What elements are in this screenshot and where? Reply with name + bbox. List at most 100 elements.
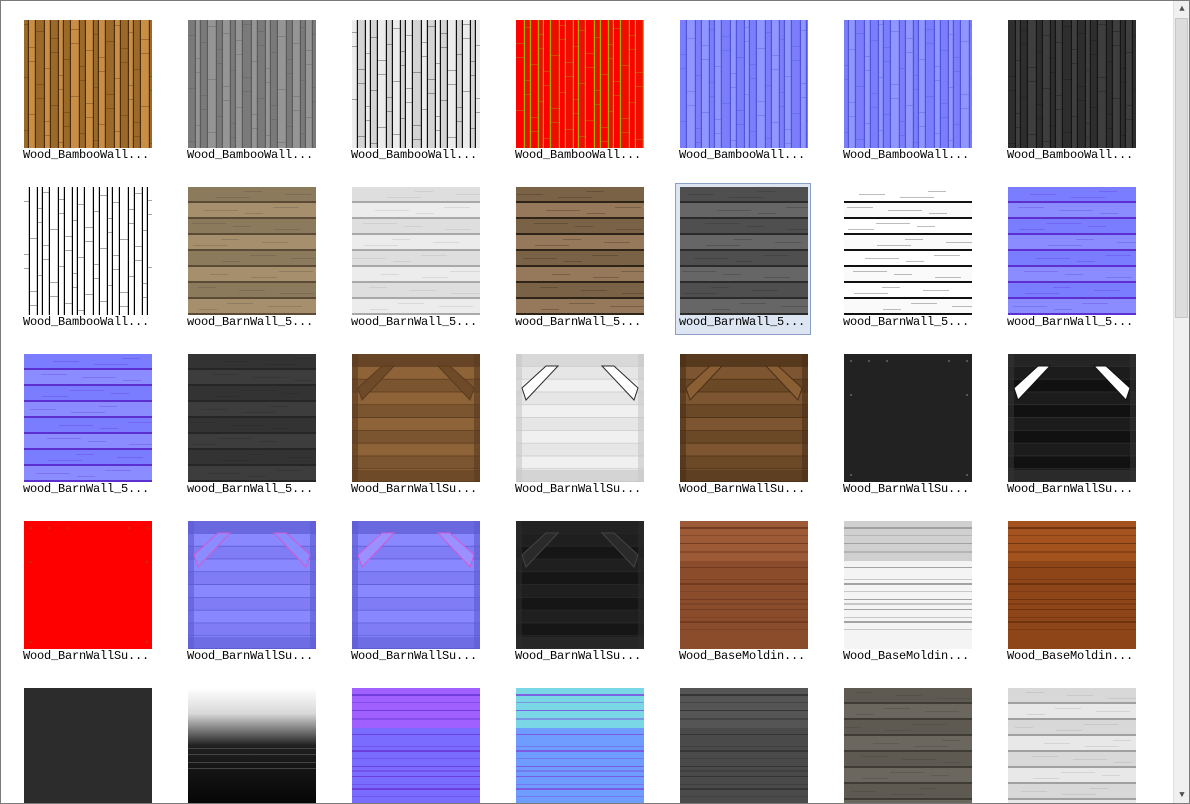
- thumbnail-label: wood_BarnWall_5...: [679, 315, 806, 329]
- texture-preview-image: [1008, 20, 1136, 148]
- texture-preview-image: [352, 354, 480, 482]
- thumbnail-label: Wood_BambooWall...: [23, 148, 150, 162]
- thumbnail-label: Wood_BambooWall...: [187, 148, 314, 162]
- texture-thumbnail[interactable]: Wood_BarnWallSu...: [839, 350, 975, 502]
- thumbnail-label: Wood_BaseMoldin...: [679, 649, 806, 663]
- texture-thumbnail[interactable]: Wood_BambooWall...: [511, 16, 647, 168]
- thumbnail-label: Wood_BarnWallSu...: [843, 482, 970, 496]
- texture-preview-image: [352, 187, 480, 315]
- texture-preview-image: [24, 20, 152, 148]
- texture-thumbnail[interactable]: wood_BarnWall_5...: [183, 183, 319, 335]
- texture-thumbnail[interactable]: Wood_BambooWall...: [347, 16, 483, 168]
- texture-thumbnail[interactable]: wood_BarnWall_5...: [347, 183, 483, 335]
- texture-preview-image: [844, 187, 972, 315]
- thumbnail-label: wood_BarnWall_5...: [515, 315, 642, 329]
- texture-thumbnail[interactable]: Wood_BambooWall...: [839, 16, 975, 168]
- scroll-down-button[interactable]: ▼: [1174, 787, 1189, 803]
- texture-preview-image: [1008, 187, 1136, 315]
- thumbnail-label: Wood_BambooWall...: [351, 148, 478, 162]
- texture-thumbnail[interactable]: Wood_BambooWall...: [19, 16, 155, 168]
- texture-preview-image: [680, 20, 808, 148]
- thumbnail-browser: Wood_BambooWall... Wood_BambooWall... Wood…: [0, 0, 1190, 804]
- thumbnail-label: wood_BarnWall_5...: [187, 482, 314, 496]
- thumbnail-label: Wood_BambooWall...: [23, 315, 150, 329]
- texture-thumbnail[interactable]: Wood_BaseMoldin...: [1003, 517, 1139, 669]
- texture-thumbnail[interactable]: Wood_BambooWall...: [183, 16, 319, 168]
- texture-thumbnail[interactable]: Wood_BarnWallSu...: [675, 350, 811, 502]
- texture-preview-image: [352, 521, 480, 649]
- texture-preview-image: [188, 187, 316, 315]
- thumbnail-label: Wood_BarnWallSu...: [679, 482, 806, 496]
- thumbnail-label: Wood_BarnWallSu...: [515, 482, 642, 496]
- texture-thumbnail[interactable]: [19, 684, 155, 803]
- texture-preview-image: [516, 354, 644, 482]
- texture-thumbnail[interactable]: Wood_BaseMoldin...: [839, 517, 975, 669]
- texture-preview-image: [680, 187, 808, 315]
- texture-thumbnail[interactable]: Wood_BambooWall...: [675, 16, 811, 168]
- texture-thumbnail[interactable]: Wood_BarnWallSu...: [19, 517, 155, 669]
- texture-preview-image: [188, 688, 316, 803]
- thumbnail-label: wood_BarnWall_5...: [187, 315, 314, 329]
- texture-thumbnail[interactable]: wood_BarnWall_5...: [19, 350, 155, 502]
- thumbnail-label: Wood_BambooWall...: [515, 148, 642, 162]
- texture-preview-image: [516, 688, 644, 803]
- texture-preview-image: [24, 688, 152, 803]
- texture-preview-image: [844, 521, 972, 649]
- thumbnail-label: Wood_BarnWallSu...: [1007, 482, 1134, 496]
- thumbnail-grid: Wood_BambooWall... Wood_BambooWall... Wood…: [1, 1, 1173, 803]
- texture-thumbnail[interactable]: Wood_BambooWall...: [1003, 16, 1139, 168]
- vertical-scrollbar[interactable]: ▲ ▼: [1173, 1, 1189, 803]
- thumbnail-label: Wood_BarnWallSu...: [515, 649, 642, 663]
- scroll-up-button[interactable]: ▲: [1174, 1, 1189, 17]
- texture-thumbnail[interactable]: Wood_BarnWallSu...: [183, 517, 319, 669]
- thumbnail-label: wood_BarnWall_5...: [1007, 315, 1134, 329]
- texture-preview-image: [352, 20, 480, 148]
- texture-thumbnail[interactable]: Wood_BarnWallSu...: [347, 350, 483, 502]
- texture-preview-image: [1008, 354, 1136, 482]
- thumbnail-label: Wood_BarnWallSu...: [23, 649, 150, 663]
- texture-thumbnail[interactable]: [1003, 684, 1139, 803]
- texture-preview-image: [516, 187, 644, 315]
- texture-preview-image: [24, 521, 152, 649]
- arrow-down-icon: ▼: [1179, 790, 1185, 800]
- texture-preview-image: [680, 354, 808, 482]
- thumbnail-label: Wood_BaseMoldin...: [843, 649, 970, 663]
- texture-thumbnail[interactable]: Wood_BaseMoldin...: [675, 517, 811, 669]
- texture-preview-image: [516, 20, 644, 148]
- texture-preview-image: [844, 688, 972, 803]
- texture-thumbnail[interactable]: Wood_BambooWall...: [19, 183, 155, 335]
- texture-thumbnail[interactable]: Wood_BarnWallSu...: [511, 350, 647, 502]
- thumbnail-label: Wood_BarnWallSu...: [351, 649, 478, 663]
- thumbnail-label: wood_BarnWall_5...: [351, 315, 478, 329]
- thumbnail-label: Wood_BarnWallSu...: [351, 482, 478, 496]
- texture-thumbnail[interactable]: wood_BarnWall_5...: [183, 350, 319, 502]
- texture-thumbnail[interactable]: wood_BarnWall_5...: [1003, 183, 1139, 335]
- thumbnail-label: Wood_BarnWallSu...: [187, 649, 314, 663]
- texture-preview-image: [1008, 688, 1136, 803]
- texture-thumbnail[interactable]: Wood_BarnWallSu...: [511, 517, 647, 669]
- texture-thumbnail[interactable]: Wood_BarnWallSu...: [347, 517, 483, 669]
- texture-thumbnail[interactable]: [347, 684, 483, 803]
- thumbnail-label: Wood_BambooWall...: [843, 148, 970, 162]
- thumbnail-label: wood_BarnWall_5...: [23, 482, 150, 496]
- texture-preview-image: [516, 521, 644, 649]
- texture-preview-image: [1008, 521, 1136, 649]
- thumbnail-label: Wood_BambooWall...: [679, 148, 806, 162]
- thumbnail-label: wood_BarnWall_5...: [843, 315, 970, 329]
- texture-thumbnail[interactable]: [183, 684, 319, 803]
- texture-thumbnail[interactable]: [511, 684, 647, 803]
- arrow-up-icon: ▲: [1179, 4, 1185, 14]
- texture-thumbnail[interactable]: [839, 684, 975, 803]
- texture-thumbnail[interactable]: Wood_BarnWallSu...: [1003, 350, 1139, 502]
- scrollbar-thumb[interactable]: [1175, 18, 1188, 318]
- texture-thumbnail[interactable]: wood_BarnWall_5...: [839, 183, 975, 335]
- texture-preview-image: [352, 688, 480, 803]
- texture-preview-image: [844, 354, 972, 482]
- texture-preview-image: [188, 354, 316, 482]
- texture-thumbnail[interactable]: [675, 684, 811, 803]
- thumbnail-label: Wood_BaseMoldin...: [1007, 649, 1134, 663]
- texture-preview-image: [24, 187, 152, 315]
- texture-thumbnail[interactable]: wood_BarnWall_5...: [511, 183, 647, 335]
- texture-thumbnail[interactable]: wood_BarnWall_5...: [675, 183, 811, 335]
- texture-preview-image: [680, 688, 808, 803]
